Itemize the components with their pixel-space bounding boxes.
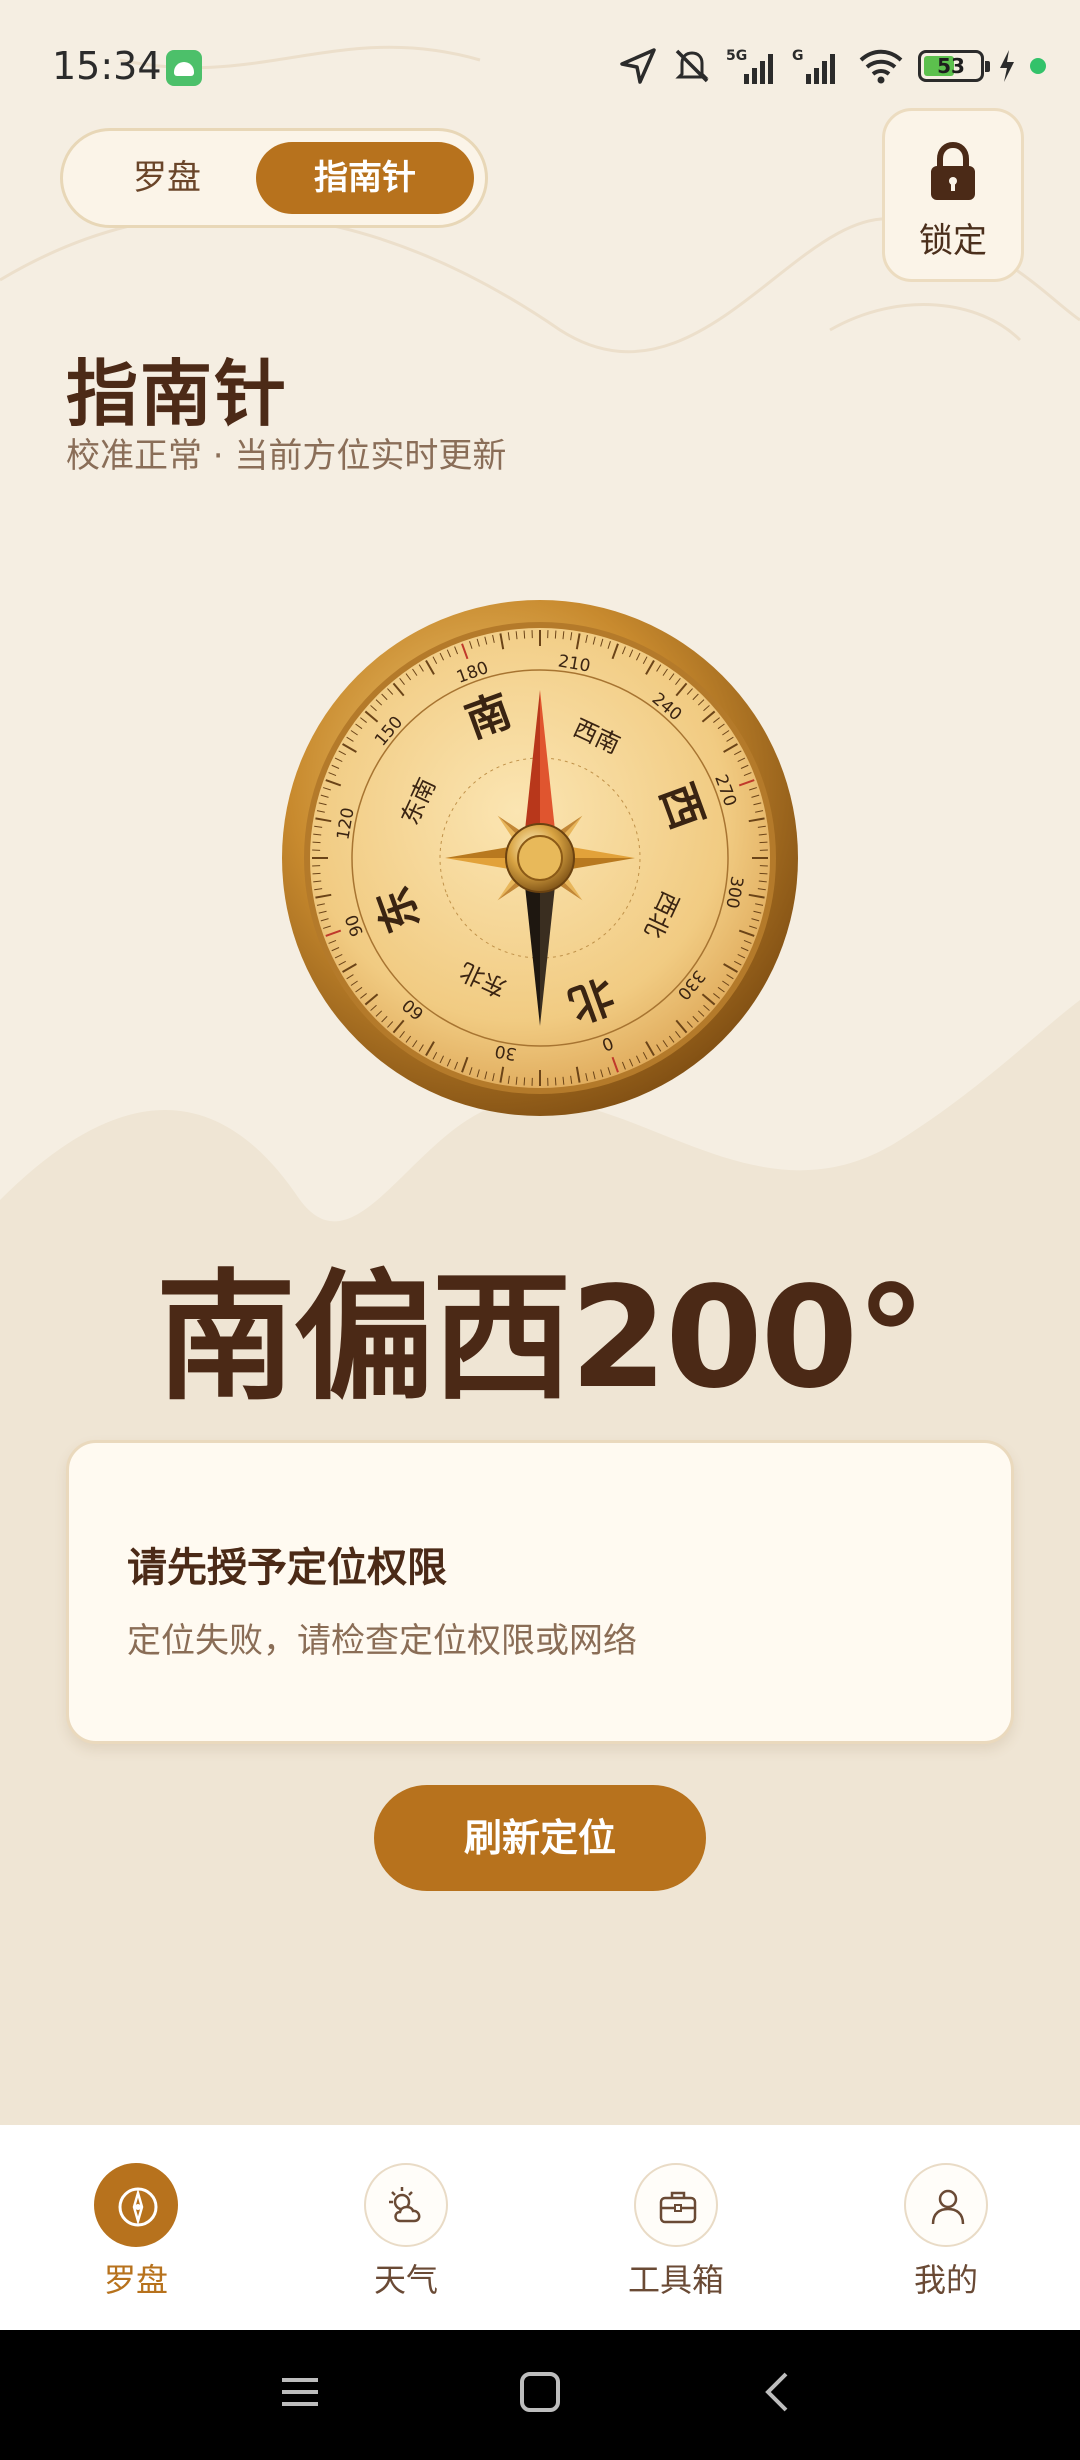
permission-title: 请先授予定位权限	[127, 1545, 447, 1591]
status-time: 15:34	[52, 44, 162, 88]
nav-label-weather: 天气	[373, 2261, 438, 2299]
bottom-navigation: 罗盘 天气 工具箱 我的	[0, 2125, 1080, 2330]
profile-icon	[904, 2163, 988, 2247]
battery-indicator: 53	[918, 50, 990, 82]
battery-percent: 53	[937, 54, 965, 78]
heading-readout: 南偏西200°	[155, 1257, 926, 1420]
toolbox-icon	[634, 2163, 718, 2247]
location-icon	[620, 48, 656, 84]
nav-item-toolbox[interactable]: 工具箱	[596, 2163, 756, 2313]
nav-item-compass[interactable]: 罗盘	[56, 2163, 216, 2313]
refresh-location-button[interactable]: 刷新定位	[374, 1785, 706, 1891]
nav-item-profile[interactable]: 我的	[866, 2163, 1026, 2313]
nav-label-profile: 我的	[913, 2261, 978, 2299]
muted-bell-icon	[675, 49, 709, 83]
page-subtitle: 校准正常 · 当前方位实时更新	[66, 436, 507, 476]
nav-label-toolbox: 工具箱	[627, 2261, 724, 2299]
compass-icon	[94, 2163, 178, 2247]
system-navigation-bar	[0, 2330, 1080, 2460]
lock-label: 锁定	[919, 221, 987, 261]
svg-text:G: G	[792, 48, 804, 64]
compass-dial: 0 30 60 90 120 150 180 210 240 270 300 330 北 东 南 西 …	[280, 598, 800, 1118]
wifi-icon	[859, 49, 903, 84]
signal-g-icon: G	[792, 48, 835, 84]
nav-label-compass: 罗盘	[103, 2261, 168, 2299]
svg-text:5G: 5G	[726, 48, 747, 64]
lock-button[interactable]: 锁定	[882, 108, 1024, 282]
mode-toggle: 罗盘 指南针	[60, 128, 488, 228]
menu-icon[interactable]	[278, 2368, 322, 2416]
charging-icon	[1000, 50, 1014, 82]
nav-item-weather[interactable]: 天气	[326, 2163, 486, 2313]
back-icon[interactable]	[756, 2368, 800, 2416]
status-icons: 5G G 53	[618, 44, 1046, 88]
android-notification-icon	[166, 50, 202, 86]
home-icon[interactable]	[516, 2368, 564, 2416]
mode-option-luopan[interactable]: 罗盘	[77, 142, 257, 214]
page-title: 指南针	[66, 352, 289, 436]
weather-icon	[364, 2163, 448, 2247]
permission-description: 定位失败，请检查定位权限或网络	[127, 1621, 637, 1661]
permission-card: 请先授予定位权限 定位失败，请检查定位权限或网络	[66, 1440, 1014, 1744]
signal-5g-icon: 5G	[726, 48, 773, 84]
lock-icon	[931, 141, 975, 200]
privacy-dot	[1030, 58, 1046, 74]
mode-option-compass[interactable]: 指南针	[256, 142, 474, 214]
